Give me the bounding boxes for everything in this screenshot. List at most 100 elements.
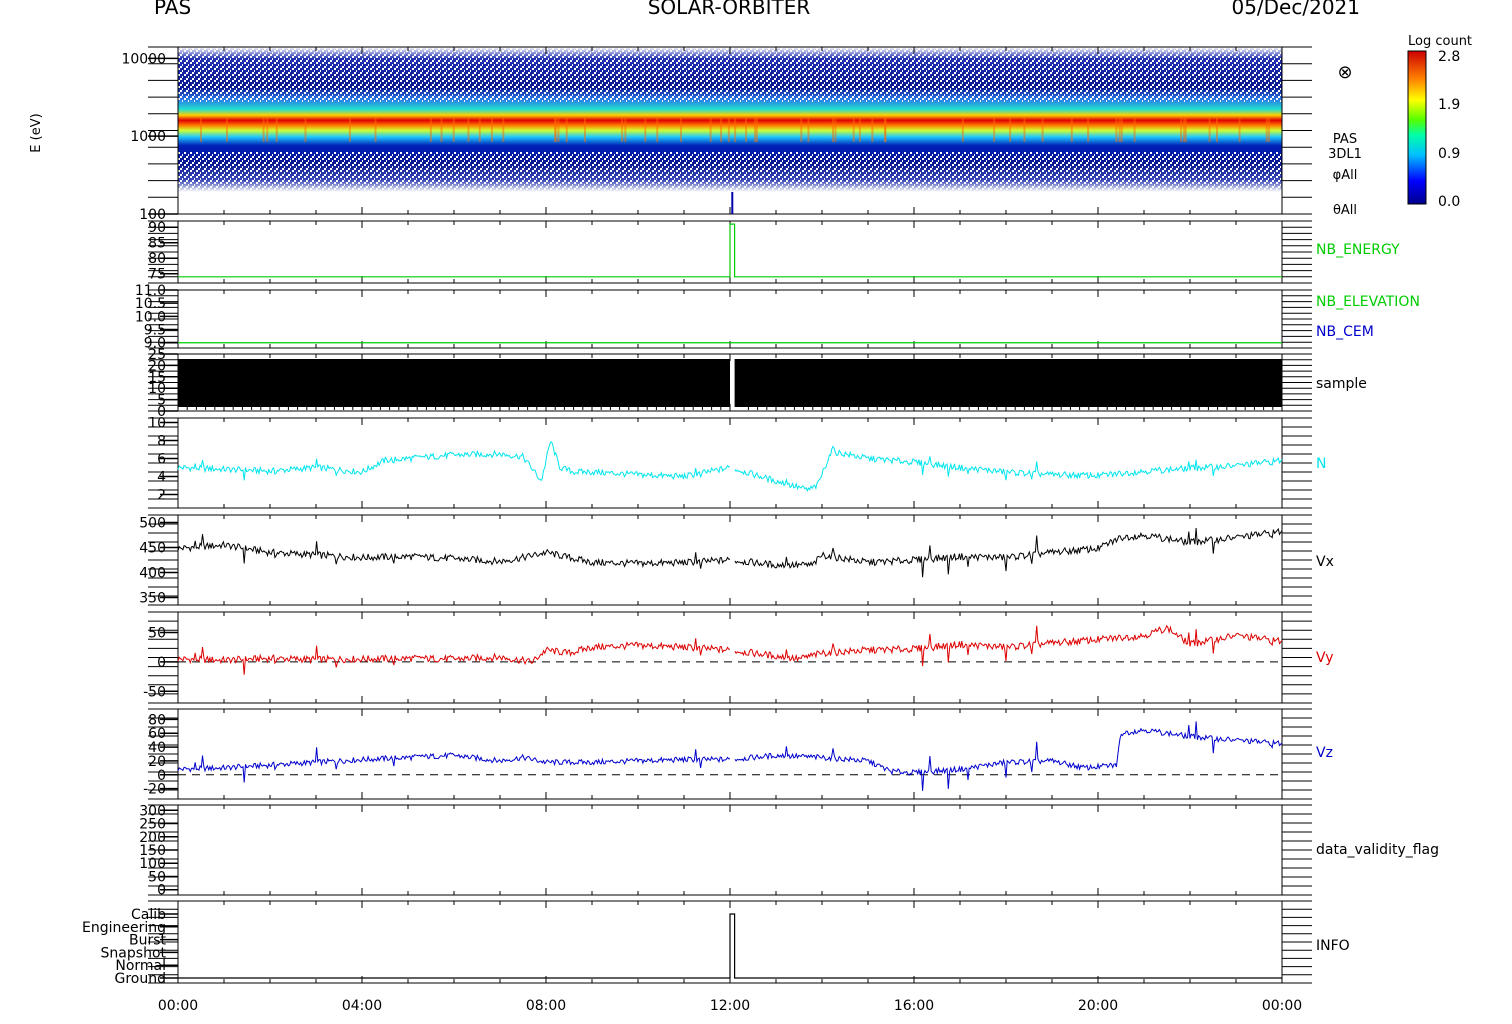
spectrogram-streak — [680, 117, 683, 142]
spectrogram-streak — [834, 117, 837, 142]
spectrogram-streak — [225, 117, 228, 142]
colorbar-title: Log count — [1408, 34, 1472, 49]
info-series-label: INFO — [1316, 938, 1350, 954]
vz-ytick-label: 20 — [148, 754, 166, 770]
nb-energy-ytick-label: 80 — [148, 251, 166, 267]
spectrogram-streak — [993, 117, 996, 142]
spectrogram-streak — [1120, 117, 1123, 142]
vy-ytick-label: -50 — [143, 684, 166, 700]
spectrogram-streak — [656, 117, 659, 142]
x-tick-label: 08:00 — [526, 998, 566, 1014]
spectrogram-streak — [720, 117, 723, 142]
spectrogram-right-label: φAll — [1333, 168, 1358, 183]
nb-energy-series-line — [178, 223, 1282, 278]
spectrogram-streak — [440, 117, 443, 142]
spectrogram-streak — [452, 117, 455, 142]
spectrogram-streak — [1208, 117, 1211, 142]
x-tick-label: 16:00 — [894, 998, 934, 1014]
vz-ytick-label: 80 — [148, 712, 166, 728]
spectrogram-streak — [1180, 117, 1183, 142]
nb-energy-ytick-label: 85 — [148, 236, 166, 252]
header-instrument: PAS — [154, 0, 191, 19]
spectrogram-streak — [858, 117, 861, 142]
spectrogram-streak — [727, 117, 730, 142]
vy-ytick-label: 50 — [148, 626, 166, 642]
validity-series-label: data_validity_flag — [1316, 842, 1439, 858]
spectrogram-streak — [1041, 117, 1044, 142]
nb-energy-ytick-label: 75 — [148, 267, 166, 283]
spectrogram-streak — [275, 117, 278, 142]
spectrogram-streak — [502, 117, 505, 142]
spectrogram-streak — [1070, 117, 1073, 142]
x-tick-label: 04:00 — [342, 998, 382, 1014]
spectrogram-streak — [266, 117, 269, 142]
vy-frame — [177, 611, 1283, 704]
spectrogram-streak — [467, 117, 470, 142]
spectrogram-streak — [1023, 117, 1026, 142]
x-tick-label: 00:00 — [1262, 998, 1302, 1014]
spectrogram-streak — [852, 117, 855, 142]
colorbar-tick-label: 0.9 — [1438, 146, 1460, 162]
spectrogram-streak — [565, 117, 568, 142]
spectrogram-streak — [800, 117, 803, 142]
spectrogram-streak — [734, 117, 737, 142]
x-tick-label: 00:00 — [158, 998, 198, 1014]
density-series-label: N — [1316, 456, 1326, 472]
vx-ytick-label: 350 — [139, 591, 166, 607]
spectrogram-streak — [478, 117, 481, 142]
vx-ytick-label: 400 — [139, 566, 166, 582]
spectrogram-cross-symbol: ⊗ — [1337, 62, 1352, 83]
spectrogram-streak — [807, 117, 810, 142]
vy-ytick-label: 0 — [157, 655, 166, 671]
vx-series-label: Vx — [1316, 554, 1334, 570]
colorbar-tick-label: 0.0 — [1438, 194, 1460, 210]
spectrogram-streak — [1009, 117, 1012, 142]
spectrogram-noise-top — [178, 47, 1282, 102]
spectrogram-streak — [1238, 117, 1241, 142]
spectrogram-streak — [624, 117, 627, 142]
density-ytick-label: 4 — [157, 470, 166, 486]
spectrogram-right-label: 3DL1 — [1328, 147, 1362, 162]
panels-group: 10010001000075808590NB_ENERGY9.09.510.01… — [82, 46, 1439, 987]
sample-ytick-label: 25 — [148, 347, 166, 363]
validity-frame — [177, 804, 1283, 896]
spectrogram-streak — [304, 117, 307, 142]
nb-energy-series-label: NB_ENERGY — [1316, 242, 1400, 258]
x-tick-label: 12:00 — [710, 998, 750, 1014]
density-series-line — [177, 440, 1283, 492]
nb-cem-series-label: NB_CEM — [1316, 324, 1374, 340]
spectrogram-streak — [831, 117, 834, 142]
spectrogram-streak — [348, 117, 351, 142]
spectrogram-ytick-label: 10000 — [121, 51, 166, 67]
spectrogram-noise-bottom — [178, 152, 1282, 192]
spectrogram-streak — [1183, 117, 1186, 142]
spectrogram-streak — [554, 117, 557, 142]
vz-ytick-label: 0 — [157, 768, 166, 784]
density-ytick-label: 10 — [148, 416, 166, 432]
spectrogram-streak — [199, 117, 202, 142]
spectrogram-streak — [583, 117, 586, 142]
colorbar-tick-label: 2.8 — [1438, 49, 1460, 65]
colorbar — [1407, 50, 1427, 205]
sample-series-block — [734, 359, 1282, 407]
spectrogram-streak — [1115, 117, 1118, 142]
spectrogram-streak — [429, 117, 432, 142]
spectrogram-streak — [709, 117, 712, 142]
info-ytick-label: Calib — [131, 907, 166, 923]
nb-elevation-series-label: NB_ELEVATION — [1316, 294, 1420, 310]
header-mission: SOLAR-ORBITER — [648, 0, 811, 19]
header-date: 05/Dec/2021 — [1231, 0, 1360, 19]
spectrogram-streak — [961, 117, 964, 142]
validity-ytick-label: 300 — [139, 803, 166, 819]
spectrogram-streak — [745, 117, 748, 142]
spectrogram-streak — [490, 117, 493, 142]
spectrogram-streak — [1215, 117, 1218, 142]
density-frame — [177, 417, 1283, 509]
density-ytick-label: 6 — [157, 452, 166, 468]
figure-stage: PAS SOLAR-ORBITER 05/Dec/2021 Log count … — [0, 0, 1512, 1020]
spectrogram-streak — [871, 117, 874, 142]
spectrogram-ytick-label: 1000 — [130, 129, 166, 145]
vz-ytick-label: 40 — [148, 740, 166, 756]
density-ytick-label: 2 — [157, 488, 166, 504]
spectrogram-streak — [1118, 117, 1121, 142]
